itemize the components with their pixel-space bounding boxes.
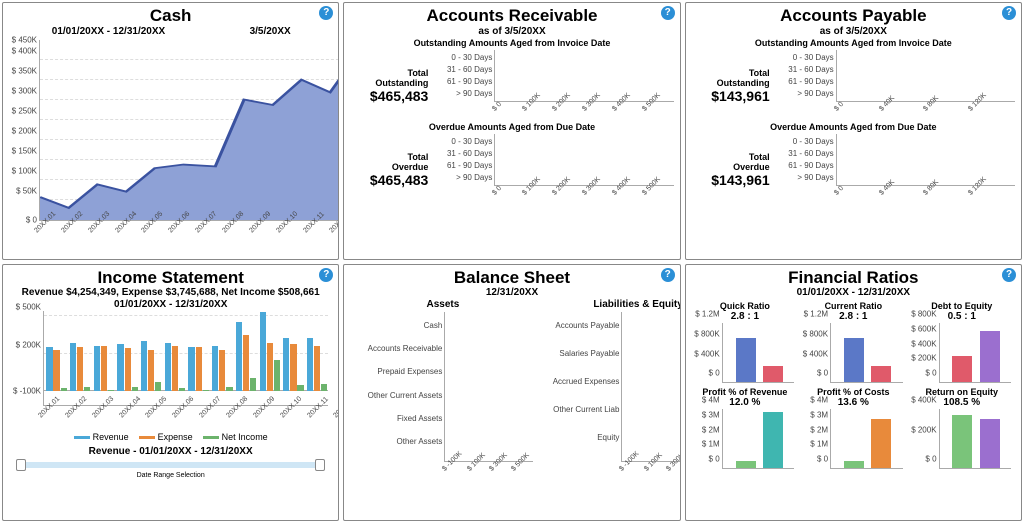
ap-outstanding-amount: $143,961 bbox=[692, 88, 770, 104]
ar-outstanding-chart: 0 - 30 Days 31 - 60 Days 61 - 90 Days > … bbox=[494, 50, 673, 102]
assets-chart: CashAccounts ReceivablePrepaid ExpensesO… bbox=[444, 312, 533, 462]
help-icon[interactable]: ? bbox=[1002, 268, 1016, 282]
income-title: Income Statement bbox=[9, 269, 332, 288]
income-legend: Revenue Expense Net Income bbox=[9, 432, 332, 442]
balance-asof: 12/31/20XX bbox=[350, 287, 673, 299]
ratios-panel: ? Financial Ratios 01/01/20XX - 12/31/20… bbox=[685, 264, 1022, 522]
income-chart: $ -100K $ 200K $ 500K bbox=[43, 311, 328, 406]
slider-caption: Date Range Selection bbox=[9, 472, 332, 479]
liab-title: Liabilities & Equity bbox=[541, 299, 680, 310]
cash-area-chart: $ 0 $ 50K $ 100K $ 150K $ 200K $ 250K $ … bbox=[39, 40, 339, 222]
ratios-range: 01/01/20XX - 12/31/20XX bbox=[692, 287, 1015, 299]
ap-sec2: Overdue Amounts Aged from Due Date bbox=[692, 122, 1015, 132]
cash-title: Cash bbox=[9, 7, 332, 26]
ar-panel: ? Accounts Receivable as of 3/5/20XX Out… bbox=[343, 2, 680, 260]
slider-handle-right[interactable] bbox=[315, 459, 325, 471]
slider-handle-left[interactable] bbox=[16, 459, 26, 471]
balance-title: Balance Sheet bbox=[350, 269, 673, 288]
income-range: 01/01/20XX - 12/31/20XX bbox=[9, 299, 332, 311]
ratios-title: Financial Ratios bbox=[692, 269, 1015, 288]
help-icon[interactable]: ? bbox=[319, 268, 333, 282]
help-icon[interactable]: ? bbox=[1002, 6, 1016, 20]
income-panel: ? Income Statement Revenue $4,254,349, E… bbox=[2, 264, 339, 522]
ar-title: Accounts Receivable bbox=[350, 7, 673, 26]
ratio-5: Return on Equity108.5 %$ 0$ 200K$ 400K bbox=[911, 387, 1013, 469]
ap-asof: as of 3/5/20XX bbox=[692, 26, 1015, 38]
slider-title: Revenue - 01/01/20XX - 12/31/20XX bbox=[9, 446, 332, 458]
date-range-slider[interactable] bbox=[19, 462, 322, 468]
ratio-2: Debt to Equity0.5 : 1$ 0$ 200K$ 400K$ 60… bbox=[911, 301, 1013, 383]
ap-sec1: Outstanding Amounts Aged from Invoice Da… bbox=[692, 38, 1015, 48]
cash-date: 3/5/20XX bbox=[208, 26, 332, 38]
ratio-4: Profit % of Costs13.6 %$ 0$ 1M$ 2M$ 3M$ … bbox=[802, 387, 904, 469]
income-summary: Revenue $4,254,349, Expense $3,745,688, … bbox=[9, 287, 332, 299]
ar-outstanding-amount: $465,483 bbox=[350, 88, 428, 104]
ap-panel: ? Accounts Payable as of 3/5/20XX Outsta… bbox=[685, 2, 1022, 260]
ar-sec2: Overdue Amounts Aged from Due Date bbox=[350, 122, 673, 132]
ar-sec1: Outstanding Amounts Aged from Invoice Da… bbox=[350, 38, 673, 48]
balance-panel: ? Balance Sheet 12/31/20XX Assets CashAc… bbox=[343, 264, 680, 522]
help-icon[interactable]: ? bbox=[661, 6, 675, 20]
ar-overdue-chart: 0 - 30 Days 31 - 60 Days 61 - 90 Days > … bbox=[494, 134, 673, 186]
ar-asof: as of 3/5/20XX bbox=[350, 26, 673, 38]
assets-title: Assets bbox=[350, 299, 535, 310]
ar-overdue-amount: $465,483 bbox=[350, 172, 428, 188]
ap-title: Accounts Payable bbox=[692, 7, 1015, 26]
dashboard: ? Cash 01/01/20XX - 12/31/20XX 3/5/20XX … bbox=[2, 2, 1022, 521]
ratio-0: Quick Ratio2.8 : 1$ 0$ 400K$ 800K$ 1.2M bbox=[694, 301, 796, 383]
ratio-3: Profit % of Revenue12.0 %$ 0$ 1M$ 2M$ 3M… bbox=[694, 387, 796, 469]
cash-panel: ? Cash 01/01/20XX - 12/31/20XX 3/5/20XX … bbox=[2, 2, 339, 260]
cash-xaxis: 20XX.0120XX.0220XX.0320XX.0420XX.0520XX.… bbox=[39, 221, 339, 249]
ap-overdue-amount: $143,961 bbox=[692, 172, 770, 188]
ratio-1: Current Ratio2.8 : 1$ 0$ 400K$ 800K$ 1.2… bbox=[802, 301, 904, 383]
liab-chart: Accounts PayableSalaries PayableAccrued … bbox=[621, 312, 680, 462]
help-icon[interactable]: ? bbox=[661, 268, 675, 282]
